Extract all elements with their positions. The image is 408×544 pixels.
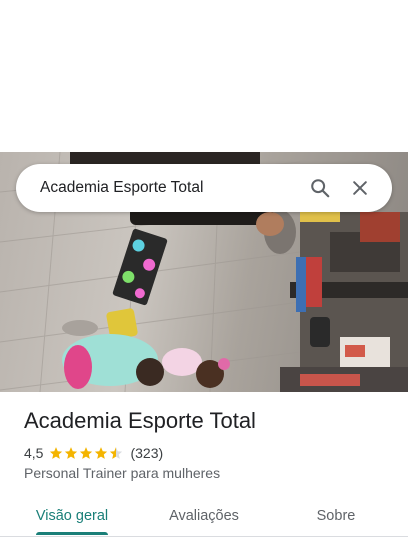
tab-overview[interactable]: Visão geral [24, 496, 120, 536]
close-icon[interactable] [340, 168, 380, 208]
star-icon [80, 447, 93, 459]
active-tab-indicator [36, 532, 108, 535]
rating-row[interactable]: 4,5 (323) [24, 444, 163, 462]
tab-reviews[interactable]: Avaliações [156, 496, 252, 536]
tab-about[interactable]: Sobre [288, 496, 384, 536]
divider [0, 536, 408, 537]
star-icon [65, 447, 78, 459]
blank-top-area [0, 0, 408, 152]
search-input[interactable]: Academia Esporte Total [40, 179, 300, 197]
star-icon [95, 447, 108, 459]
star-icon [50, 447, 63, 459]
star-half-icon [110, 447, 123, 459]
review-count[interactable]: (323) [130, 445, 163, 461]
place-title: Academia Esporte Total [24, 408, 256, 433]
search-bar[interactable]: Academia Esporte Total [16, 164, 392, 212]
tab-bar: Visão geral Avaliações Sobre [0, 496, 408, 536]
place-category: Personal Trainer para mulheres [24, 465, 221, 481]
search-icon[interactable] [300, 168, 340, 208]
rating-stars [49, 446, 124, 460]
rating-value: 4,5 [24, 445, 44, 461]
